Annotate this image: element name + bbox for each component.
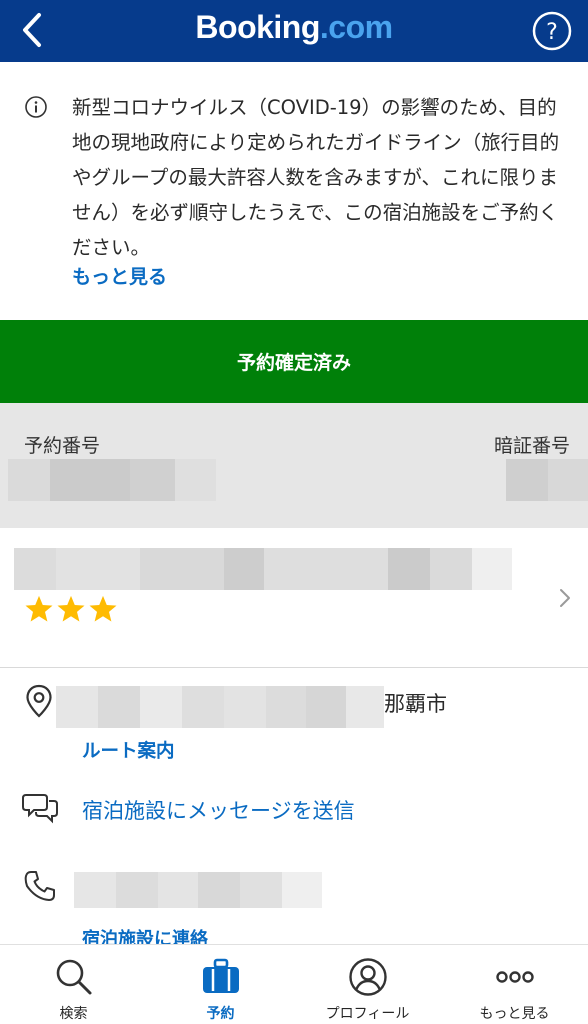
booking-logo: Booking.com	[0, 9, 588, 46]
nav-label-search: 検索	[59, 1006, 88, 1022]
message-property-link[interactable]: 宿泊施設にメッセージを送信	[82, 795, 355, 825]
booking-number-label: 予約番号	[24, 435, 101, 457]
svg-text:?: ?	[546, 20, 558, 45]
pin-label: 暗証番号	[493, 435, 570, 457]
route-guide-link[interactable]: ルート案内	[82, 737, 175, 763]
see-more-link[interactable]: もっと見る	[72, 262, 167, 289]
logo-suffix-text: .com	[319, 9, 393, 45]
profile-icon	[348, 958, 387, 996]
address-city: 那覇市	[384, 692, 447, 716]
booking-numbers-panel: 予約番号 暗証番号	[0, 403, 588, 528]
nav-item-more[interactable]: もっと見る	[441, 945, 588, 1024]
top-bar: Booking.com ?	[0, 0, 588, 62]
star-rating	[24, 594, 118, 624]
search-icon	[56, 959, 91, 995]
question-circle-icon: ?	[532, 11, 572, 51]
nav-label-more: もっと見る	[479, 1006, 550, 1022]
hotel-row[interactable]	[0, 528, 588, 668]
suitcase-icon	[202, 958, 239, 993]
nav-item-bookings[interactable]: 予約	[147, 945, 294, 1024]
chevron-right-icon	[560, 589, 570, 607]
phone-icon	[24, 871, 55, 901]
star-icon	[57, 595, 85, 622]
bottom-nav: 検索 予約 プロフィール もっと見る	[0, 944, 588, 1024]
covid-notice: 新型コロナウイルス（COVID-19）の影響のため、目的地の現地政府により定めら…	[0, 62, 588, 320]
nav-label-profile: プロフィール	[325, 1006, 410, 1022]
nav-item-search[interactable]: 検索	[0, 945, 147, 1024]
chat-bubbles-icon	[22, 794, 58, 824]
star-icon	[25, 595, 53, 622]
help-button[interactable]: ?	[530, 9, 574, 53]
info-icon	[25, 96, 47, 118]
status-label: 予約確定済み	[236, 352, 351, 374]
map-pin-icon	[26, 684, 52, 718]
star-icon	[89, 595, 117, 622]
logo-main-text: Booking	[195, 9, 320, 45]
nav-item-profile[interactable]: プロフィール	[294, 945, 441, 1024]
more-dots-icon	[495, 971, 534, 983]
nav-label-bookings: 予約	[206, 1006, 235, 1022]
booking-status-banner: 予約確定済み	[0, 320, 588, 403]
notice-text: 新型コロナウイルス（COVID-19）の影響のため、目的地の現地政府により定めら…	[72, 96, 560, 259]
